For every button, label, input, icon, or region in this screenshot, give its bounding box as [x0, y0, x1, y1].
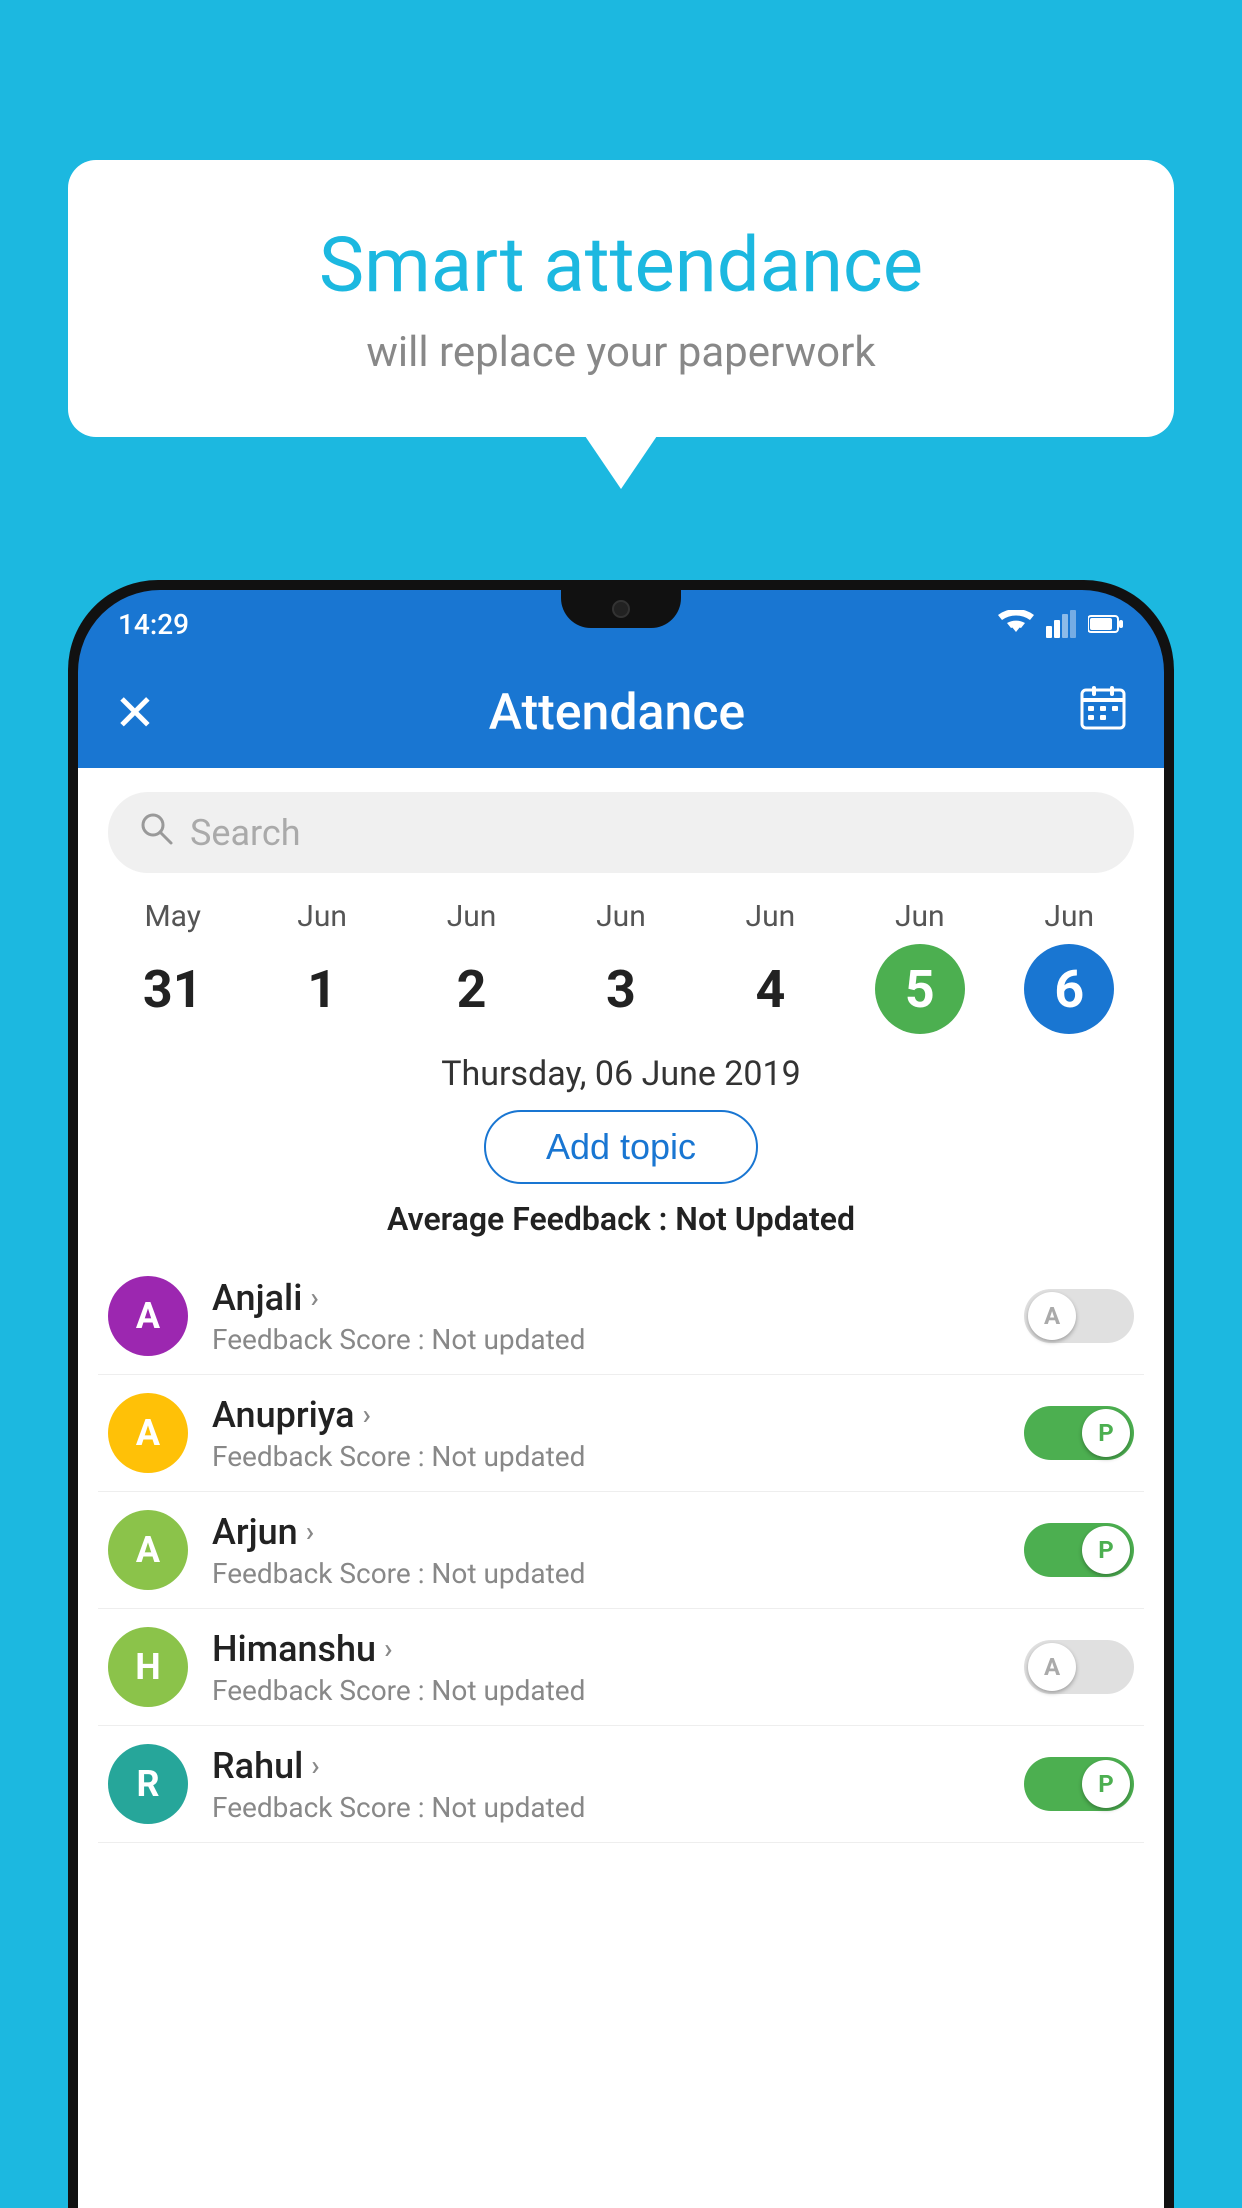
- student-name: Himanshu ›: [212, 1628, 1000, 1670]
- bubble-subtitle: will replace your paperwork: [118, 328, 1124, 377]
- student-list: AAnjali ›Feedback Score : Not updatedAAA…: [78, 1258, 1164, 1843]
- average-feedback: Average Feedback : Not Updated: [78, 1200, 1164, 1238]
- chevron-right-icon: ›: [363, 1398, 371, 1431]
- student-name: Anjali ›: [212, 1277, 1000, 1319]
- signal-icon: [1046, 610, 1076, 638]
- toggle-knob: A: [1028, 1292, 1076, 1340]
- attendance-toggle[interactable]: P: [1024, 1757, 1134, 1811]
- student-avatar: R: [108, 1744, 188, 1824]
- student-item[interactable]: A Arjun › Feedback Score : Not updated P: [98, 1492, 1144, 1609]
- calendar-day[interactable]: Jun 4: [715, 899, 825, 1034]
- avg-feedback-label: Average Feedback :: [387, 1200, 667, 1238]
- calendar-day[interactable]: May 31: [118, 899, 228, 1034]
- bubble-title: Smart attendance: [118, 220, 1124, 310]
- calendar-strip: May 31 Jun 1 Jun 2 Jun 3 Jun 4 Jun 5 Jun 6: [78, 889, 1164, 1034]
- student-info: Rahul › Feedback Score : Not updated: [212, 1745, 1000, 1824]
- toggle-knob: P: [1082, 1409, 1130, 1457]
- avg-feedback-value: Not Updated: [675, 1200, 855, 1238]
- attendance-toggle[interactable]: P: [1024, 1523, 1134, 1577]
- student-item[interactable]: R Rahul › Feedback Score : Not updated P: [98, 1726, 1144, 1843]
- attendance-toggle[interactable]: A: [1024, 1640, 1134, 1694]
- student-feedback: Feedback Score : Not updated: [212, 1557, 1000, 1590]
- student-avatar: A: [108, 1276, 188, 1356]
- calendar-month: May: [144, 899, 200, 934]
- student-item[interactable]: A Anjali › Feedback Score : Not updated A: [98, 1258, 1144, 1375]
- add-topic-button-container: Add topic: [78, 1110, 1164, 1184]
- app-bar: ✕ Attendance: [78, 658, 1164, 768]
- student-info: Anjali › Feedback Score : Not updated: [212, 1277, 1000, 1356]
- calendar-day[interactable]: Jun 2: [417, 899, 527, 1034]
- status-time: 14:29: [118, 608, 189, 641]
- battery-icon: [1088, 613, 1124, 635]
- calendar-date: 2: [427, 944, 517, 1034]
- toggle-knob: P: [1082, 1760, 1130, 1808]
- student-avatar: A: [108, 1510, 188, 1590]
- calendar-date: 1: [277, 944, 367, 1034]
- calendar-date: 31: [128, 944, 218, 1034]
- student-name: Rahul ›: [212, 1745, 1000, 1787]
- chevron-right-icon: ›: [306, 1515, 314, 1548]
- search-icon: [138, 810, 174, 855]
- student-avatar: H: [108, 1627, 188, 1707]
- calendar-day[interactable]: Jun 1: [267, 899, 377, 1034]
- student-item[interactable]: H Himanshu › Feedback Score : Not updated A: [98, 1609, 1144, 1726]
- screen-content: Search May 31 Jun 1 Jun 2 Jun 3 Jun 4 Jun 5 Jun 6 Thu…: [78, 768, 1164, 2208]
- attendance-toggle[interactable]: A: [1024, 1289, 1134, 1343]
- calendar-date: 3: [576, 944, 666, 1034]
- calendar-month: Jun: [447, 899, 497, 934]
- calendar-month: Jun: [297, 899, 347, 934]
- student-feedback: Feedback Score : Not updated: [212, 1791, 1000, 1824]
- calendar-day[interactable]: Jun 5: [865, 899, 975, 1034]
- student-info: Himanshu › Feedback Score : Not updated: [212, 1628, 1000, 1707]
- calendar-date: 6: [1024, 944, 1114, 1034]
- student-feedback: Feedback Score : Not updated: [212, 1440, 1000, 1473]
- calendar-day[interactable]: Jun 6: [1014, 899, 1124, 1034]
- attendance-toggle[interactable]: P: [1024, 1406, 1134, 1460]
- selected-date-label: Thursday, 06 June 2019: [78, 1054, 1164, 1094]
- status-bar: 14:29: [78, 590, 1164, 658]
- status-icons: [998, 610, 1124, 638]
- student-avatar: A: [108, 1393, 188, 1473]
- calendar-month: Jun: [1044, 899, 1094, 934]
- calendar-day[interactable]: Jun 3: [566, 899, 676, 1034]
- chevron-right-icon: ›: [384, 1632, 392, 1665]
- student-feedback: Feedback Score : Not updated: [212, 1674, 1000, 1707]
- student-info: Anupriya › Feedback Score : Not updated: [212, 1394, 1000, 1473]
- camera-dot: [612, 600, 630, 618]
- student-info: Arjun › Feedback Score : Not updated: [212, 1511, 1000, 1590]
- calendar-button[interactable]: [1078, 682, 1128, 745]
- close-button[interactable]: ✕: [114, 684, 156, 743]
- search-bar[interactable]: Search: [108, 792, 1134, 873]
- chevron-right-icon: ›: [311, 1749, 319, 1782]
- calendar-month: Jun: [895, 899, 945, 934]
- notch: [561, 590, 681, 628]
- phone-frame: 14:29 ✕ Attendan: [68, 580, 1174, 2208]
- calendar-month: Jun: [746, 899, 796, 934]
- calendar-date: 5: [875, 944, 965, 1034]
- student-name: Anupriya ›: [212, 1394, 1000, 1436]
- toggle-knob: P: [1082, 1526, 1130, 1574]
- calendar-month: Jun: [596, 899, 646, 934]
- calendar-date: 4: [725, 944, 815, 1034]
- wifi-icon: [998, 610, 1034, 638]
- add-topic-button[interactable]: Add topic: [484, 1110, 758, 1184]
- app-title: Attendance: [489, 684, 746, 742]
- search-placeholder: Search: [190, 812, 301, 854]
- student-name: Arjun ›: [212, 1511, 1000, 1553]
- chevron-right-icon: ›: [310, 1281, 318, 1314]
- speech-bubble: Smart attendance will replace your paper…: [68, 160, 1174, 437]
- speech-bubble-container: Smart attendance will replace your paper…: [68, 160, 1174, 437]
- student-item[interactable]: A Anupriya › Feedback Score : Not updated P: [98, 1375, 1144, 1492]
- student-feedback: Feedback Score : Not updated: [212, 1323, 1000, 1356]
- phone-inner: 14:29 ✕ Attendan: [78, 590, 1164, 2208]
- toggle-knob: A: [1028, 1643, 1076, 1691]
